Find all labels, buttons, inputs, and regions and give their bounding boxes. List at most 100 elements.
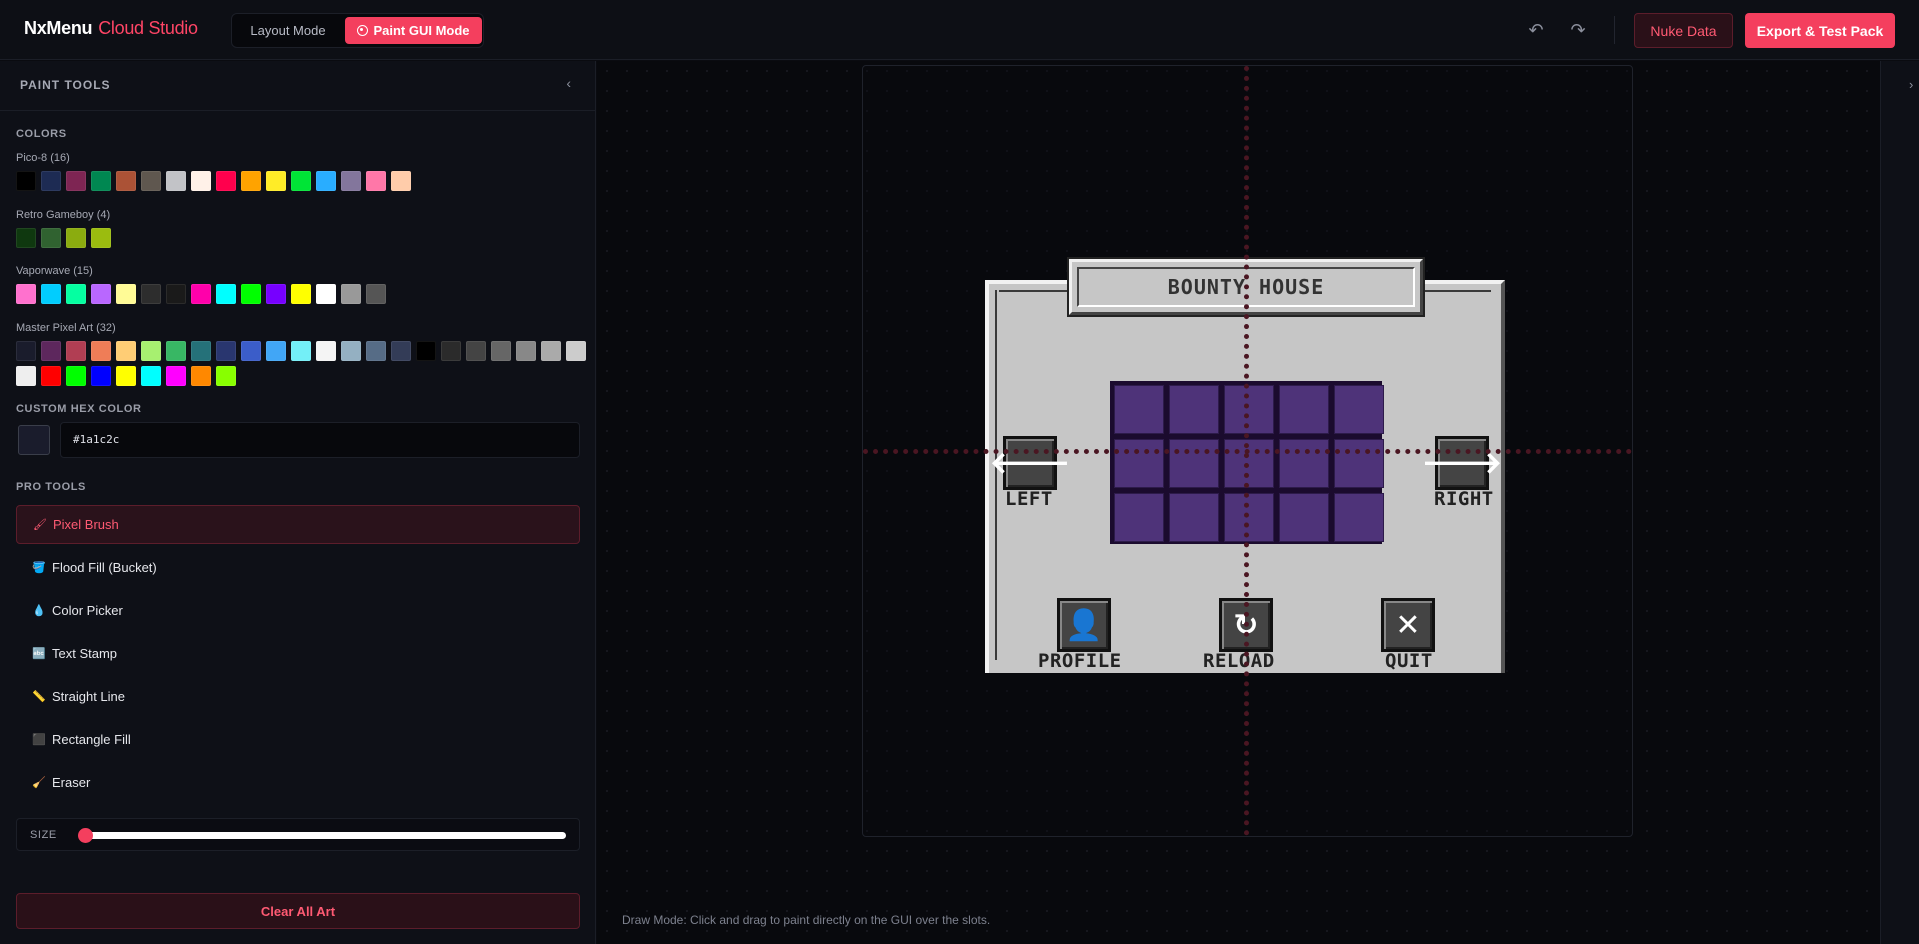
tool-flood-fill[interactable]: 🪣 Flood Fill (Bucket) [16,548,580,587]
color-swatch[interactable] [16,284,36,304]
color-swatch[interactable] [66,284,86,304]
color-swatch[interactable] [416,341,436,361]
tool-eraser[interactable]: 🧹 Eraser [16,763,580,802]
inventory-slot[interactable] [1334,439,1384,488]
tool-rectangle-fill[interactable]: ⬛ Rectangle Fill [16,720,580,759]
paint-gui-mode-button[interactable]: Paint GUI Mode [345,17,482,44]
color-swatch[interactable] [391,341,411,361]
color-swatch[interactable] [341,171,361,191]
tool-text-stamp[interactable]: 🔤 Text Stamp [16,634,580,673]
color-swatch[interactable] [266,284,286,304]
color-swatch[interactable] [191,366,211,386]
inventory-slot[interactable] [1169,439,1219,488]
quit-icon[interactable]: ✕ [1381,598,1435,652]
color-swatch[interactable] [166,171,186,191]
color-swatch[interactable] [166,341,186,361]
inventory-slot[interactable] [1224,493,1274,542]
color-swatch[interactable] [41,366,61,386]
size-slider-track[interactable] [82,832,566,839]
hex-color-input[interactable]: #1a1c2c [60,422,580,458]
color-swatch[interactable] [241,171,261,191]
color-swatch[interactable] [166,284,186,304]
color-swatch[interactable] [41,284,61,304]
clear-all-art-button[interactable]: Clear All Art [16,893,580,929]
color-swatch[interactable] [16,341,36,361]
color-swatch[interactable] [341,341,361,361]
inventory-slot[interactable] [1279,385,1329,434]
color-swatch[interactable] [341,284,361,304]
left-arrow-icon[interactable]: 🡐 [990,436,1070,490]
color-swatch[interactable] [216,284,236,304]
color-swatch[interactable] [241,284,261,304]
inventory-slot[interactable] [1114,385,1164,434]
color-swatch[interactable] [116,284,136,304]
color-swatch[interactable] [391,171,411,191]
color-swatch[interactable] [16,171,36,191]
tool-pixel-brush[interactable]: 🖌 Pixel Brush [16,505,580,544]
undo-icon[interactable]: ↶ [1523,17,1549,43]
layout-mode-button[interactable]: Layout Mode [236,17,340,44]
color-swatch[interactable] [191,171,211,191]
color-swatch[interactable] [316,284,336,304]
color-swatch[interactable] [16,366,36,386]
inventory-slot[interactable] [1169,493,1219,542]
expand-chevron-icon[interactable]: › [1909,77,1913,92]
color-swatch[interactable] [366,171,386,191]
color-swatch[interactable] [316,171,336,191]
color-swatch[interactable] [466,341,486,361]
redo-icon[interactable]: ↷ [1565,17,1591,43]
color-swatch[interactable] [291,284,311,304]
color-swatch[interactable] [141,284,161,304]
inventory-slot[interactable] [1114,439,1164,488]
inventory-slot[interactable] [1224,385,1274,434]
color-swatch[interactable] [91,171,111,191]
color-swatch[interactable] [566,341,586,361]
tool-straight-line[interactable]: 📏 Straight Line [16,677,580,716]
inventory-slot[interactable] [1169,385,1219,434]
color-swatch[interactable] [266,171,286,191]
color-swatch[interactable] [116,366,136,386]
color-swatch[interactable] [491,341,511,361]
color-swatch[interactable] [191,341,211,361]
color-swatch[interactable] [91,341,111,361]
color-swatch[interactable] [41,228,61,248]
inventory-slot[interactable] [1224,439,1274,488]
tool-color-picker[interactable]: 💧 Color Picker [16,591,580,630]
color-swatch[interactable] [516,341,536,361]
color-swatch[interactable] [216,171,236,191]
export-test-pack-button[interactable]: Export & Test Pack [1745,13,1895,48]
color-swatch[interactable] [241,341,261,361]
color-swatch[interactable] [141,341,161,361]
color-swatch[interactable] [41,171,61,191]
color-swatch[interactable] [216,341,236,361]
color-swatch[interactable] [66,341,86,361]
profile-icon[interactable]: 👤 [1057,598,1111,652]
color-swatch[interactable] [216,366,236,386]
color-swatch[interactable] [191,284,211,304]
inventory-slot[interactable] [1114,493,1164,542]
inventory-slot[interactable] [1279,439,1329,488]
collapse-chevron-icon[interactable]: ‹ [566,75,571,91]
color-swatch[interactable] [316,341,336,361]
color-swatch[interactable] [366,341,386,361]
color-swatch[interactable] [66,228,86,248]
color-swatch[interactable] [366,284,386,304]
size-slider-thumb[interactable] [78,828,93,843]
color-swatch[interactable] [266,341,286,361]
color-swatch[interactable] [116,341,136,361]
color-swatch[interactable] [166,366,186,386]
inventory-slot[interactable] [1334,493,1384,542]
inventory-slot[interactable] [1334,385,1384,434]
color-swatch[interactable] [441,341,461,361]
color-swatch[interactable] [16,228,36,248]
color-swatch[interactable] [66,171,86,191]
right-arrow-icon[interactable]: 🡒 [1422,436,1502,490]
color-swatch[interactable] [91,228,111,248]
color-swatch[interactable] [291,341,311,361]
color-swatch[interactable] [141,171,161,191]
color-swatch[interactable] [91,284,111,304]
color-swatch[interactable] [291,171,311,191]
nuke-data-button[interactable]: Nuke Data [1634,13,1733,48]
hex-color-preview[interactable] [18,425,50,455]
color-swatch[interactable] [141,366,161,386]
